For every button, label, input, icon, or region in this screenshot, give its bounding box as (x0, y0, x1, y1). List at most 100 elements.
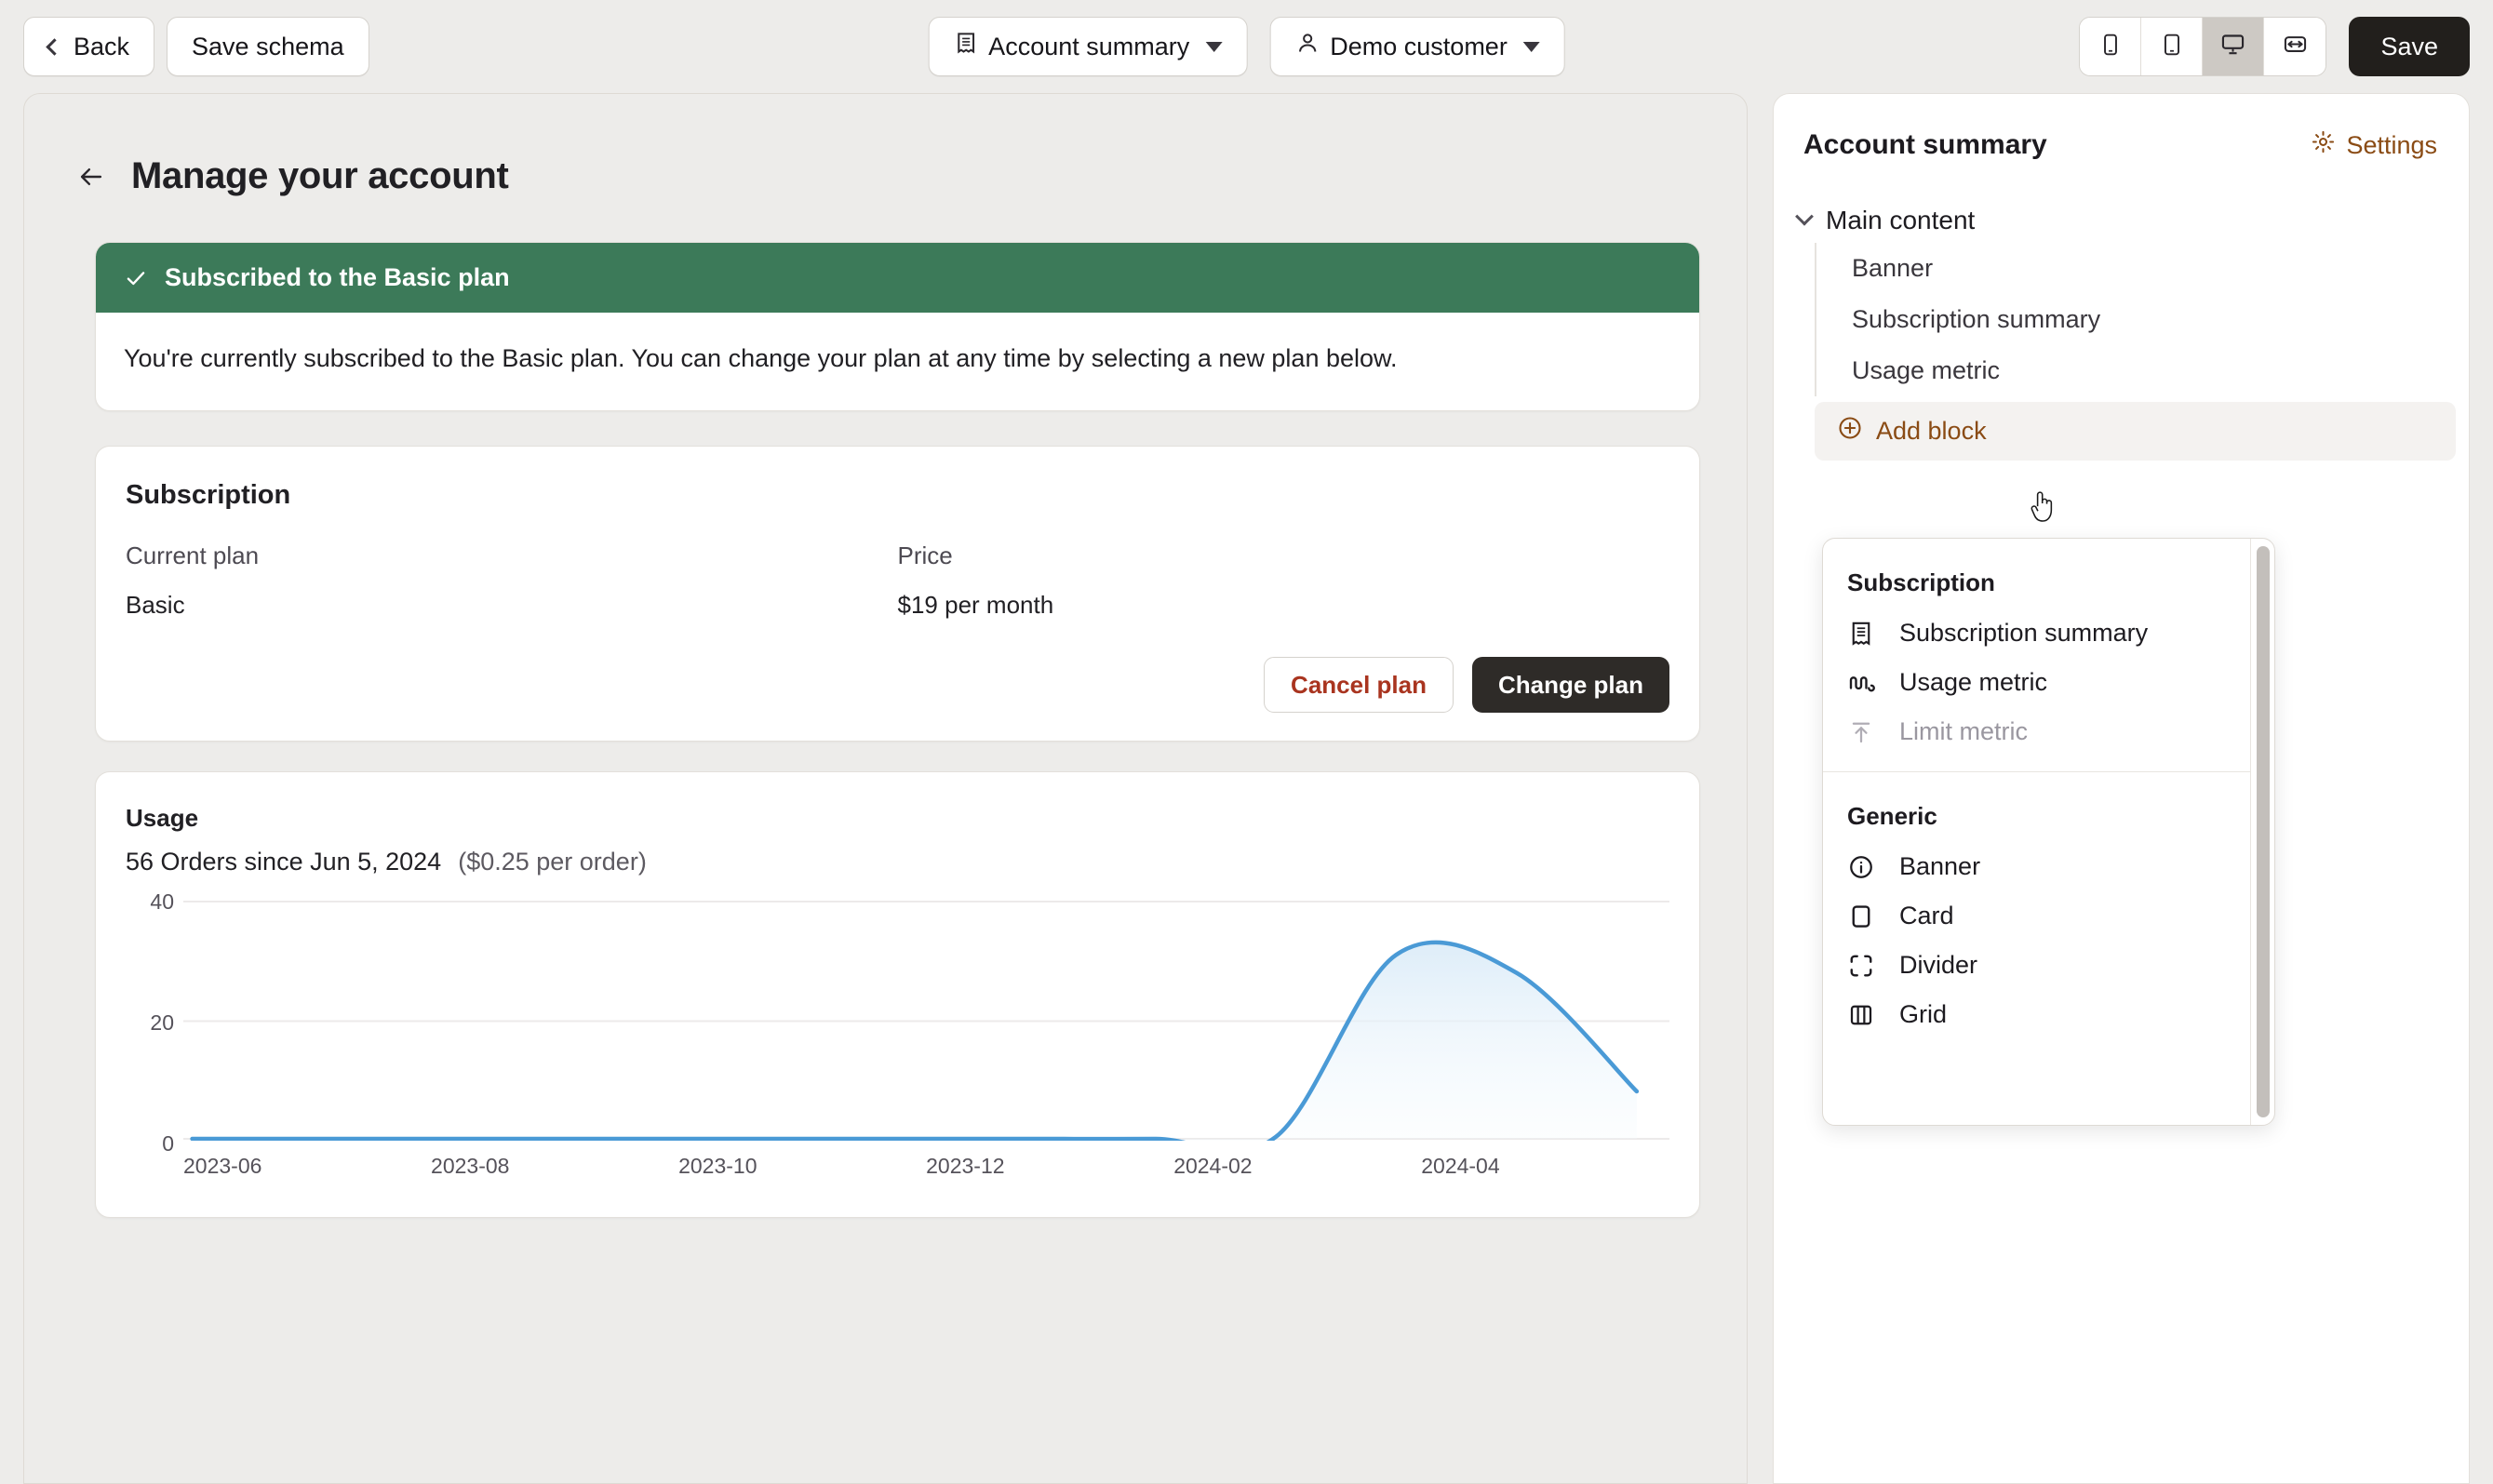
subscription-details-row: Current plan Basic Price $19 per month (126, 541, 1669, 620)
x-axis-tick: 2023-06 (183, 1154, 431, 1179)
tree-item-label: Usage metric (1852, 356, 2000, 384)
settings-label: Settings (2346, 131, 2437, 160)
gear-icon (2311, 129, 2336, 161)
menu-item-banner[interactable]: Banner (1823, 842, 2250, 891)
usage-chart-plot (183, 899, 1669, 1141)
save-schema-label: Save schema (192, 33, 344, 61)
current-plan-field: Current plan Basic (126, 541, 898, 620)
menu-item-label: Divider (1899, 951, 1977, 980)
tree-item-banner[interactable]: Banner (1816, 243, 2469, 294)
banner-body: You're currently subscribed to the Basic… (96, 313, 1699, 410)
menu-item-limit-metric: Limit metric (1823, 707, 2250, 756)
add-block-menu: SubscriptionSubscription summaryUsage me… (1822, 538, 2275, 1126)
cancel-plan-button[interactable]: Cancel plan (1264, 657, 1454, 713)
x-axis-tick: 2024-02 (1173, 1154, 1421, 1179)
usage-area-fill (193, 943, 1637, 1141)
menu-group: SubscriptionSubscription summaryUsage me… (1823, 539, 2250, 771)
menu-item-divider[interactable]: Divider (1823, 941, 2250, 990)
x-axis-tick: 2023-10 (678, 1154, 926, 1179)
tree-root-main-content[interactable]: Main content (1774, 198, 2469, 243)
customer-selector-dropdown[interactable]: Demo customer (1269, 17, 1565, 76)
menu-item-label: Card (1899, 902, 1954, 930)
change-plan-button[interactable]: Change plan (1472, 657, 1669, 713)
add-block-menu-list: SubscriptionSubscription summaryUsage me… (1823, 539, 2250, 1125)
menu-item-usage-metric[interactable]: Usage metric (1823, 658, 2250, 707)
usage-chart: 40 20 0 2023-0620 (126, 899, 1669, 1178)
receipt-icon (1847, 620, 1875, 648)
chevron-down-icon (1523, 42, 1540, 52)
settings-link[interactable]: Settings (2311, 129, 2437, 161)
menu-item-subscription-summary[interactable]: Subscription summary (1823, 608, 2250, 658)
resize-horizontal-icon (2283, 32, 2308, 61)
menu-item-label: Limit metric (1899, 717, 2028, 746)
dashed-square-icon (1847, 952, 1875, 980)
tablet-icon (2160, 33, 2184, 61)
y-axis-tick-20: 20 (126, 1010, 174, 1036)
preview-page-header: Manage your account (75, 155, 1747, 197)
menu-item-card[interactable]: Card (1823, 891, 2250, 941)
current-plan-value: Basic (126, 591, 898, 620)
menu-group: GenericBannerCardDividerGrid (1823, 771, 2250, 1054)
usage-metric-block: Usage 56 Orders since Jun 5, 2024($0.25 … (95, 771, 1700, 1218)
receipt-icon (953, 31, 978, 62)
toolbar-right-group: Save (2079, 17, 2470, 76)
x-axis-tick: 2023-12 (926, 1154, 1173, 1179)
usage-summary-line: 56 Orders since Jun 5, 2024($0.25 per or… (126, 848, 1669, 876)
banner-heading: Subscribed to the Basic plan (165, 263, 510, 292)
usage-summary: 56 Orders since Jun 5, 2024 (126, 848, 441, 876)
tree-item-label: Subscription summary (1852, 305, 2100, 333)
user-icon (1294, 31, 1320, 62)
x-axis-tick: 2023-08 (431, 1154, 678, 1179)
menu-scrollbar-track[interactable] (2250, 539, 2274, 1125)
mobile-view-button[interactable] (2080, 18, 2141, 75)
banner-header: Subscribed to the Basic plan (96, 243, 1699, 313)
menu-item-label: Usage metric (1899, 668, 2047, 697)
mobile-icon (2098, 33, 2123, 61)
menu-scrollbar-thumb[interactable] (2257, 546, 2270, 1117)
change-plan-label: Change plan (1498, 671, 1643, 700)
plus-circle-icon (1837, 415, 1863, 448)
subscription-title: Subscription (126, 480, 1669, 511)
menu-item-grid[interactable]: Grid (1823, 990, 2250, 1039)
add-block-label: Add block (1876, 417, 1987, 446)
inspector-header: Account summary Settings (1774, 94, 2469, 161)
page-selector-label: Account summary (988, 33, 1189, 61)
device-preview-toggle-group (2079, 17, 2326, 76)
page-selector-dropdown[interactable]: Account summary (928, 17, 1247, 76)
tree-item-subscription-summary[interactable]: Subscription summary (1816, 294, 2469, 345)
cancel-plan-label: Cancel plan (1291, 671, 1427, 700)
top-toolbar: Back Save schema Account summary (0, 0, 2493, 93)
tablet-view-button[interactable] (2141, 18, 2203, 75)
info-circle-icon (1847, 853, 1875, 881)
price-label: Price (898, 541, 1670, 570)
menu-item-label: Subscription summary (1899, 619, 2148, 648)
chevron-down-icon (1795, 207, 1814, 226)
card-icon (1847, 902, 1875, 930)
subscription-summary-block: Subscription Current plan Basic Price $1… (95, 446, 1700, 742)
block-tree: Main content Banner Subscription summary… (1774, 198, 2469, 461)
subscription-actions: Cancel plan Change plan (126, 657, 1669, 713)
save-button[interactable]: Save (2349, 17, 2470, 76)
tree-children: Banner Subscription summary Usage metric (1815, 243, 2469, 396)
desktop-view-button[interactable] (2203, 18, 2264, 75)
banner-block: Subscribed to the Basic plan You're curr… (95, 242, 1700, 411)
pulse-icon (1847, 669, 1875, 697)
tree-item-usage-metric[interactable]: Usage metric (1816, 345, 2469, 396)
price-field: Price $19 per month (898, 541, 1670, 620)
add-block-button[interactable]: Add block (1815, 402, 2456, 461)
grid-columns-icon (1847, 1001, 1875, 1029)
inspector-title: Account summary (1803, 129, 2047, 161)
y-axis-tick-40: 40 (126, 889, 174, 915)
page-title: Manage your account (131, 155, 509, 197)
usage-title: Usage (126, 804, 1669, 833)
save-schema-button[interactable]: Save schema (167, 17, 369, 76)
responsive-view-button[interactable] (2264, 18, 2325, 75)
menu-item-label: Grid (1899, 1000, 1947, 1029)
save-button-label: Save (2380, 33, 2438, 61)
arrow-left-icon[interactable] (75, 161, 107, 193)
preview-canvas: Manage your account Subscribed to the Ba… (23, 93, 1748, 1484)
back-button[interactable]: Back (23, 17, 154, 76)
desktop-icon (2220, 32, 2245, 61)
tree-root-label: Main content (1826, 206, 1975, 235)
customer-selector-label: Demo customer (1330, 33, 1508, 61)
